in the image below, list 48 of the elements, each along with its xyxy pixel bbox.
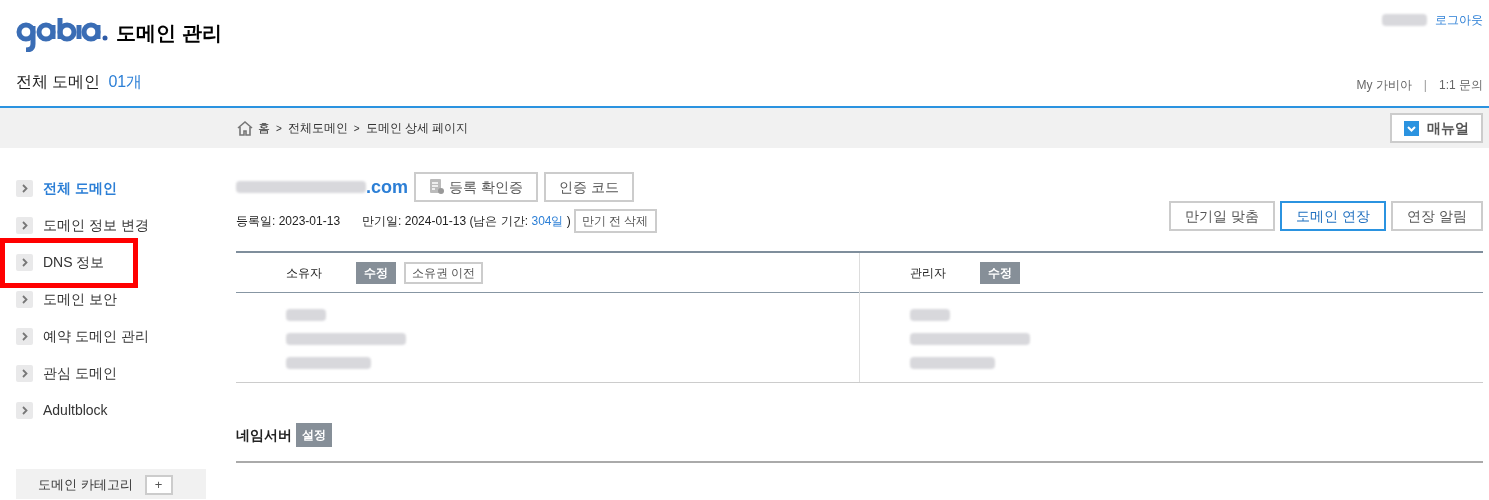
auth-code-button[interactable]: 인증 코드 bbox=[543, 172, 634, 202]
chevron-right-icon bbox=[16, 402, 33, 419]
logout-link[interactable]: 로그아웃 bbox=[1435, 11, 1483, 29]
column-header: 관리자 bbox=[909, 264, 947, 282]
breadcrumb-separator: > bbox=[276, 121, 282, 136]
chevron-right-icon bbox=[16, 291, 33, 308]
header-link[interactable]: 1:1 문의 bbox=[1439, 76, 1483, 94]
breadcrumb-link[interactable]: 전체도메인 bbox=[287, 119, 348, 137]
manual-button[interactable]: 매뉴얼 bbox=[1390, 113, 1483, 143]
chevron-down-icon bbox=[1404, 120, 1419, 136]
sidebar-item[interactable]: 예약 도메인 관리 bbox=[43, 326, 149, 347]
page-title: 도메인 관리 bbox=[116, 21, 222, 46]
separator: | bbox=[1423, 77, 1427, 94]
chevron-right-icon bbox=[16, 365, 33, 382]
sidebar-item[interactable]: 도메인 보안 bbox=[43, 289, 117, 310]
home-icon bbox=[236, 120, 254, 136]
breadcrumb-link[interactable]: 홈 bbox=[258, 119, 270, 137]
add-button[interactable]: + bbox=[144, 475, 173, 495]
expiry-date: 만기일: 2024-01-13 (남은 기간: 304일 ) bbox=[362, 213, 571, 230]
domain-count-label: 전체 도메인 bbox=[16, 72, 101, 92]
redacted-text bbox=[909, 309, 950, 321]
column-header: 소유자 bbox=[286, 264, 323, 282]
action-button[interactable]: 연장 알림 bbox=[1391, 201, 1483, 231]
category-label: 도메인 카테고리 bbox=[38, 476, 133, 494]
redacted-text bbox=[286, 309, 326, 321]
chevron-right-icon bbox=[16, 180, 33, 197]
sidebar-item[interactable]: DNS 정보 bbox=[43, 252, 105, 273]
action-button[interactable]: 도메인 연장 bbox=[1280, 201, 1387, 231]
certificate-icon bbox=[429, 178, 445, 196]
sidebar-item[interactable]: 도메인 정보 변경 bbox=[43, 215, 149, 236]
sidebar-item[interactable]: 관심 도메인 bbox=[43, 363, 117, 384]
redacted-username bbox=[1382, 14, 1427, 26]
section-title: 네임서버 bbox=[236, 425, 292, 445]
action-button[interactable]: 만기일 맞춤 bbox=[1169, 201, 1276, 231]
domain-suffix: .com bbox=[366, 175, 408, 199]
breadcrumb-separator: > bbox=[353, 121, 360, 136]
header-link[interactable]: My 가비아 bbox=[1356, 76, 1412, 94]
sidebar-item[interactable]: 전체 도메인 bbox=[43, 178, 117, 199]
contact-button[interactable]: 소유권 이전 bbox=[404, 261, 484, 284]
domain-count: 01개 bbox=[108, 72, 143, 92]
sidebar-item[interactable]: Adultblock bbox=[43, 400, 108, 421]
delete-before-expiry-button[interactable]: 만기 전 삭제 bbox=[573, 209, 657, 233]
chevron-right-icon bbox=[16, 328, 33, 345]
chevron-right-icon bbox=[16, 254, 33, 271]
certificate-button[interactable]: 등록 확인증 bbox=[414, 172, 538, 202]
chevron-right-icon bbox=[16, 217, 33, 234]
registration-date: 등록일: 2023-01-13 bbox=[236, 213, 341, 230]
breadcrumb-link[interactable]: 도메인 상세 페이지 bbox=[365, 119, 469, 137]
